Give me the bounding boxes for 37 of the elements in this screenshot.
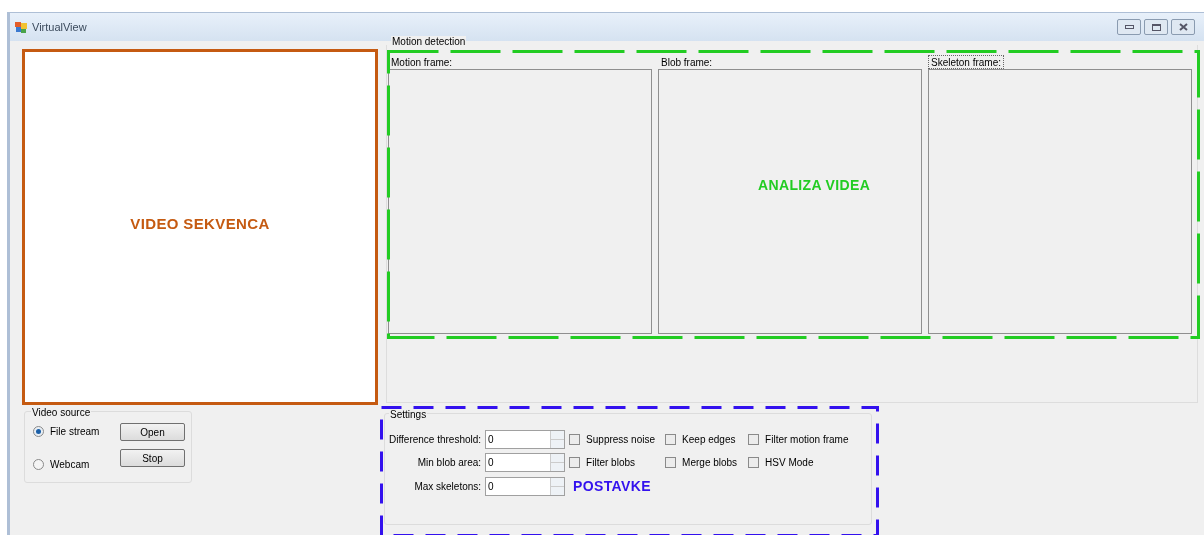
radio-option[interactable]: File stream bbox=[33, 424, 100, 439]
frame-label: Blob frame: bbox=[660, 56, 714, 69]
checkbox[interactable] bbox=[569, 434, 581, 445]
push-button[interactable]: Stop bbox=[120, 449, 185, 467]
radio-option[interactable]: Webcam bbox=[33, 457, 100, 472]
checkbox-option[interactable]: Filter motion frame bbox=[748, 432, 849, 447]
checkbox[interactable] bbox=[665, 457, 677, 468]
close-button[interactable] bbox=[1171, 19, 1195, 35]
field-label: Difference threshold: bbox=[389, 433, 482, 447]
checkbox[interactable] bbox=[665, 434, 677, 445]
radio-button[interactable] bbox=[33, 426, 44, 437]
checkbox-option[interactable]: Merge blobs bbox=[665, 455, 745, 470]
annotation-label: VIDEO SEKVENCA bbox=[130, 213, 270, 234]
push-button[interactable]: Open bbox=[120, 423, 185, 441]
checkbox[interactable] bbox=[748, 457, 760, 468]
group-title: Settings bbox=[389, 407, 428, 422]
maximize-button[interactable] bbox=[1144, 19, 1168, 35]
app-icon bbox=[15, 21, 27, 33]
close-icon bbox=[1178, 23, 1188, 31]
minimize-button[interactable] bbox=[1117, 19, 1141, 35]
checkbox-option[interactable]: HSV Mode bbox=[748, 455, 849, 470]
checkbox[interactable] bbox=[569, 457, 581, 468]
checkbox[interactable] bbox=[748, 434, 760, 445]
radio-button[interactable] bbox=[33, 459, 44, 470]
frame-label: Motion frame: bbox=[390, 56, 454, 69]
window-title: VirtualView bbox=[32, 19, 87, 35]
field-label: Max skeletons: bbox=[413, 480, 482, 494]
field-label: Min blob area: bbox=[416, 456, 482, 470]
spin-field[interactable]: 0 bbox=[485, 430, 566, 449]
spin-field[interactable]: 0 bbox=[485, 453, 566, 472]
checkbox-option[interactable]: Filter blobs bbox=[569, 455, 662, 470]
annotation-label: POSTAVKE bbox=[572, 477, 652, 496]
group-title: Motion detection bbox=[391, 36, 467, 48]
checkbox-option[interactable]: Suppress noise bbox=[569, 432, 662, 447]
annotation-label: ANALIZA VIDEA bbox=[758, 176, 871, 195]
spin-field[interactable]: 0 bbox=[485, 477, 566, 496]
checkbox-option[interactable]: Keep edges bbox=[665, 432, 745, 447]
